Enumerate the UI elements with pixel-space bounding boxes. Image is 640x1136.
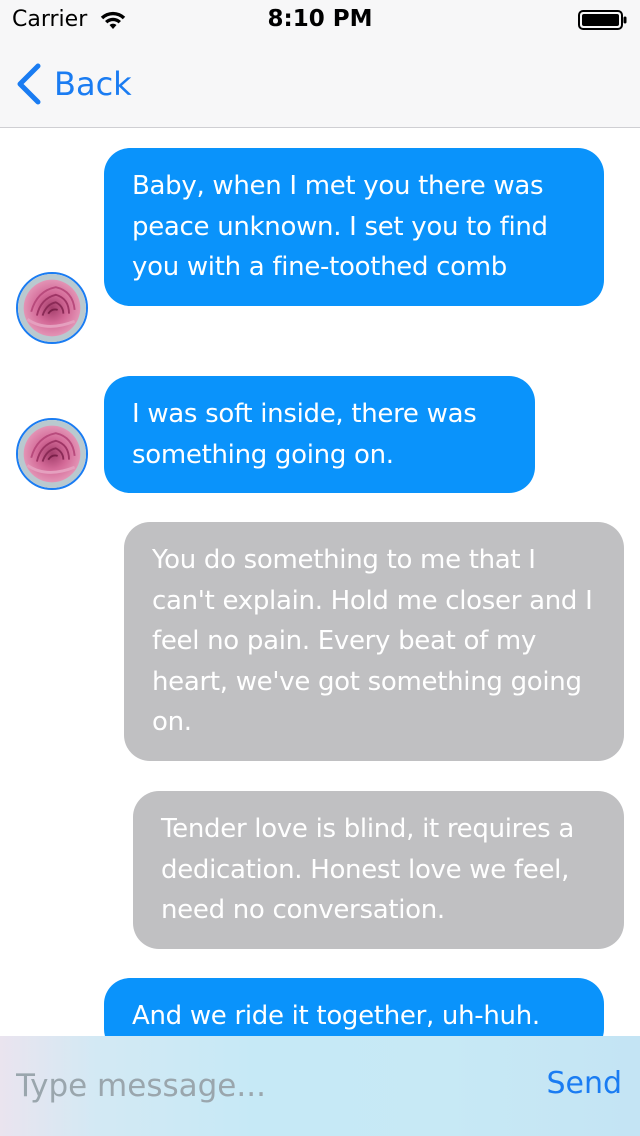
- navigation-bar: Back: [0, 40, 640, 128]
- message-bubble-incoming[interactable]: I was soft inside, there was something g…: [104, 376, 535, 493]
- message-list[interactable]: Baby, when I met you there was peace unk…: [0, 129, 640, 1036]
- back-button[interactable]: Back: [14, 62, 132, 106]
- avatar[interactable]: [16, 418, 88, 490]
- status-time: 8:10 PM: [267, 6, 373, 32]
- avatar[interactable]: [16, 272, 88, 344]
- message-composer: Send: [0, 1036, 640, 1136]
- message-input[interactable]: [16, 1062, 526, 1110]
- back-label: Back: [54, 65, 132, 103]
- send-button[interactable]: Send: [546, 1066, 622, 1101]
- message-bubble-incoming[interactable]: And we ride it together, uh-huh.: [104, 978, 604, 1036]
- message-bubble-outgoing[interactable]: Tender love is blind, it requires a dedi…: [133, 791, 624, 949]
- chevron-left-icon: [17, 63, 41, 105]
- message-bubble-outgoing[interactable]: You do something to me that I can't expl…: [124, 522, 624, 761]
- battery-icon: [578, 10, 627, 30]
- rose-icon: [18, 420, 86, 488]
- status-bar: Carrier 8:10 PM: [0, 0, 640, 40]
- rose-icon: [18, 274, 86, 342]
- message-bubble-incoming[interactable]: Baby, when I met you there was peace unk…: [104, 148, 604, 306]
